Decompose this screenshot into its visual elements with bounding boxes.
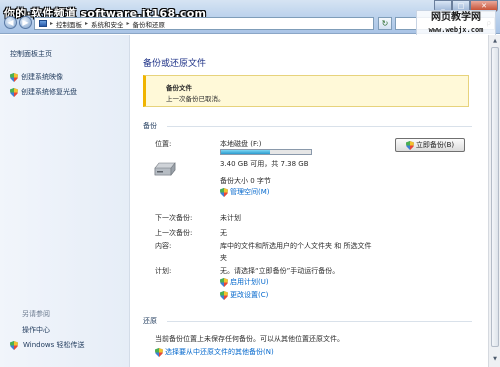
disk-usage-fill bbox=[221, 150, 270, 154]
breadcrumb-backup-restore[interactable]: 备份和还原 bbox=[133, 19, 166, 29]
notice-banner: 备份文件 上一次备份已取消。 bbox=[143, 75, 469, 107]
sidebar-home-link[interactable]: 控制面板主页 bbox=[10, 49, 52, 59]
backup-now-button[interactable]: 立即备份(B) bbox=[395, 138, 465, 152]
sidebar-item-easy-transfer[interactable]: Windows 轻松传送 bbox=[10, 340, 84, 350]
drive-name: 本地磁盘 (F:) bbox=[220, 140, 262, 148]
breadcrumb-control-panel[interactable]: 控制面板 bbox=[56, 19, 82, 29]
main-content: 备份或还原文件 备份文件 上一次备份已取消。 备份 位置: 本地磁盘 (F:) … bbox=[131, 35, 488, 367]
shield-icon bbox=[220, 277, 228, 287]
hard-drive-icon bbox=[154, 162, 176, 176]
chevron-right-icon: ▸ bbox=[50, 20, 54, 27]
sidebar-item-label: 创建系统修复光盘 bbox=[21, 88, 77, 96]
sidebar-item-action-center[interactable]: 操作中心 bbox=[22, 325, 50, 335]
section-divider bbox=[167, 321, 472, 322]
see-also-title: 另请参阅 bbox=[22, 310, 50, 318]
change-settings-link[interactable]: 更改设置(C) bbox=[220, 290, 268, 300]
contents-value-line1: 库中的文件和所选用户的个人文件夹 和 所选文件 bbox=[220, 242, 372, 250]
sidebar-item-create-repair-disc[interactable]: 创建系统修复光盘 bbox=[10, 87, 77, 97]
sidebar-home-label: 控制面板主页 bbox=[10, 50, 52, 58]
watermark-line1: 网页教学网 bbox=[431, 12, 481, 23]
scroll-up-icon[interactable]: ▲ bbox=[491, 37, 499, 45]
manage-space-link[interactable]: 管理空间(M) bbox=[220, 187, 270, 197]
contents-value-line2: 夹 bbox=[220, 254, 227, 262]
shield-icon bbox=[155, 347, 163, 357]
next-backup-label: 下一次备份: bbox=[155, 214, 193, 222]
change-settings-label: 更改设置(C) bbox=[230, 291, 269, 299]
shield-icon bbox=[220, 290, 228, 300]
vertical-scrollbar[interactable]: ▲ ▼ bbox=[488, 35, 500, 367]
sidebar-item-label: Windows 轻松传送 bbox=[23, 341, 85, 349]
contents-label: 内容: bbox=[155, 242, 172, 250]
notice-text: 上一次备份已取消。 bbox=[166, 95, 225, 103]
schedule-label: 计划: bbox=[155, 267, 172, 275]
breadcrumb-system-security[interactable]: 系统和安全 bbox=[91, 19, 124, 29]
shield-icon bbox=[220, 187, 228, 197]
see-also-heading: 另请参阅 bbox=[10, 309, 50, 319]
shield-icon bbox=[10, 87, 18, 97]
backup-now-label: 立即备份(B) bbox=[415, 141, 455, 149]
last-backup-label: 上一次备份: bbox=[155, 229, 193, 237]
notice-title: 备份文件 bbox=[166, 84, 192, 92]
sidebar-item-create-system-image[interactable]: 创建系统映像 bbox=[10, 72, 63, 82]
back-button[interactable]: ◀ bbox=[4, 16, 17, 29]
sidebar-item-label: 创建系统映像 bbox=[21, 73, 63, 81]
chevron-right-icon: ▸ bbox=[85, 20, 89, 27]
last-backup-value: 无 bbox=[220, 229, 227, 237]
sidebar: 控制面板主页 创建系统映像 创建系统修复光盘 另请参阅 操作中心 Windows… bbox=[0, 35, 130, 367]
refresh-button[interactable]: ↻ bbox=[378, 17, 392, 30]
restore-section-heading: 还原 bbox=[143, 317, 157, 325]
restore-info-text: 当前备份位置上未保存任何备份。可以从其他位置还原文件。 bbox=[155, 335, 344, 343]
shield-icon bbox=[10, 340, 18, 350]
backup-section-heading: 备份 bbox=[143, 122, 157, 130]
enable-schedule-label: 启用计划(U) bbox=[230, 278, 269, 286]
enable-schedule-link[interactable]: 启用计划(U) bbox=[220, 277, 269, 287]
manage-space-label: 管理空间(M) bbox=[230, 188, 270, 196]
disk-capacity-text: 3.40 GB 可用，共 7.38 GB bbox=[220, 160, 309, 168]
select-other-backup-label: 选择要从中还原文件的其他备份(N) bbox=[165, 348, 274, 356]
sidebar-item-label: 操作中心 bbox=[22, 326, 50, 334]
schedule-value: 无。请选择“立即备份”手动运行备份。 bbox=[220, 267, 340, 275]
backup-size-text: 备份大小 0 字节 bbox=[220, 177, 271, 185]
chevron-right-icon: ▸ bbox=[126, 20, 130, 27]
watermark-logo: 网页教学网 www.webjx.com bbox=[416, 10, 496, 38]
next-backup-value: 未计划 bbox=[220, 214, 241, 222]
disk-usage-bar bbox=[220, 149, 312, 155]
section-divider bbox=[167, 126, 472, 127]
control-panel-icon bbox=[39, 20, 47, 27]
page-title: 备份或还原文件 bbox=[143, 59, 207, 69]
select-other-backup-link[interactable]: 选择要从中还原文件的其他备份(N) bbox=[155, 347, 274, 357]
watermark-line2: www.webjx.com bbox=[428, 26, 484, 34]
location-label: 位置: bbox=[155, 140, 172, 148]
address-bar[interactable]: ▸ 控制面板 ▸ 系统和安全 ▸ 备份和还原 bbox=[34, 17, 374, 30]
forward-button[interactable]: ▶ bbox=[19, 16, 32, 29]
scroll-down-icon[interactable]: ▼ bbox=[491, 355, 499, 363]
shield-icon bbox=[10, 72, 18, 82]
window-titlebar: 你的·软件频道 software.it168.com ◀ ▶ ▸ 控制面板 ▸ … bbox=[0, 0, 500, 38]
shield-icon bbox=[405, 140, 414, 150]
scrollbar-thumb[interactable] bbox=[491, 47, 499, 347]
